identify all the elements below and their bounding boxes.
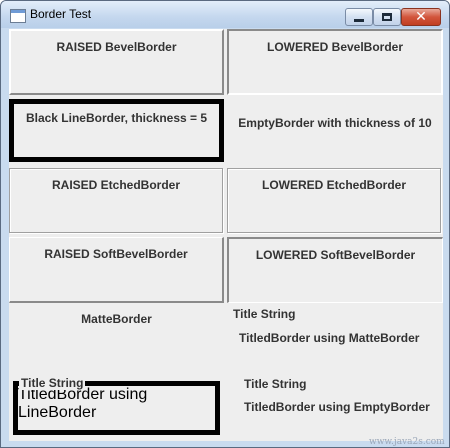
maximize-icon xyxy=(382,13,392,21)
app-window: Border Test ✕ RAISED BevelBorder LOWERED… xyxy=(0,0,450,448)
raised-soft-bevel-label: RAISED SoftBevelBorder xyxy=(44,247,188,261)
black-line-border-label: Black LineBorder, thickness = 5 xyxy=(25,111,208,125)
titled-line-label: TitledBorder using LineBorder xyxy=(18,386,148,421)
raised-bevel-label: RAISED BevelBorder xyxy=(56,40,177,54)
raised-etched-panel: RAISED EtchedBorder xyxy=(9,168,223,233)
watermark: www.java2s.com xyxy=(369,437,445,447)
titled-empty-panel: Title String TitledBorder using EmptyBor… xyxy=(227,375,443,439)
matte-border-label: MatteBorder xyxy=(81,312,152,326)
titled-empty-label: TitledBorder using EmptyBorder xyxy=(244,400,430,414)
titled-empty-title: Title String xyxy=(242,377,309,391)
titled-line-title: Title String xyxy=(19,376,86,390)
raised-etched-label: RAISED EtchedBorder xyxy=(51,178,181,192)
matte-border-panel: MatteBorder xyxy=(9,307,224,373)
lowered-bevel-label: LOWERED BevelBorder xyxy=(266,40,404,54)
java-window-icon xyxy=(10,9,26,23)
lowered-etched-label: LOWERED EtchedBorder xyxy=(261,178,406,192)
titled-matte-title: Title String xyxy=(231,307,298,321)
close-button[interactable]: ✕ xyxy=(401,8,441,26)
black-line-border-panel: Black LineBorder, thickness = 5 xyxy=(9,99,224,162)
titled-matte-panel: Title String TitledBorder using MatteBor… xyxy=(227,307,443,373)
minimize-button[interactable] xyxy=(345,8,373,26)
empty-border-panel: EmptyBorder with thickness of 10 xyxy=(227,99,443,162)
title-bar[interactable]: Border Test ✕ xyxy=(1,1,449,28)
maximize-button[interactable] xyxy=(373,8,401,26)
lowered-soft-bevel-panel: LOWERED SoftBevelBorder xyxy=(227,237,443,303)
titled-matte-label: TitledBorder using MatteBorder xyxy=(239,331,420,345)
raised-bevel-panel: RAISED BevelBorder xyxy=(9,29,224,95)
empty-border-label: EmptyBorder with thickness of 10 xyxy=(238,116,432,130)
raised-soft-bevel-panel: RAISED SoftBevelBorder xyxy=(9,237,224,303)
lowered-etched-panel: LOWERED EtchedBorder xyxy=(227,168,441,233)
content-pane: RAISED BevelBorder LOWERED BevelBorder B… xyxy=(9,29,443,441)
minimize-icon xyxy=(354,18,364,22)
lowered-bevel-panel: LOWERED BevelBorder xyxy=(227,29,443,95)
close-icon: ✕ xyxy=(415,9,427,25)
lowered-soft-bevel-label: LOWERED SoftBevelBorder xyxy=(255,248,416,262)
window-title: Border Test xyxy=(30,7,92,21)
